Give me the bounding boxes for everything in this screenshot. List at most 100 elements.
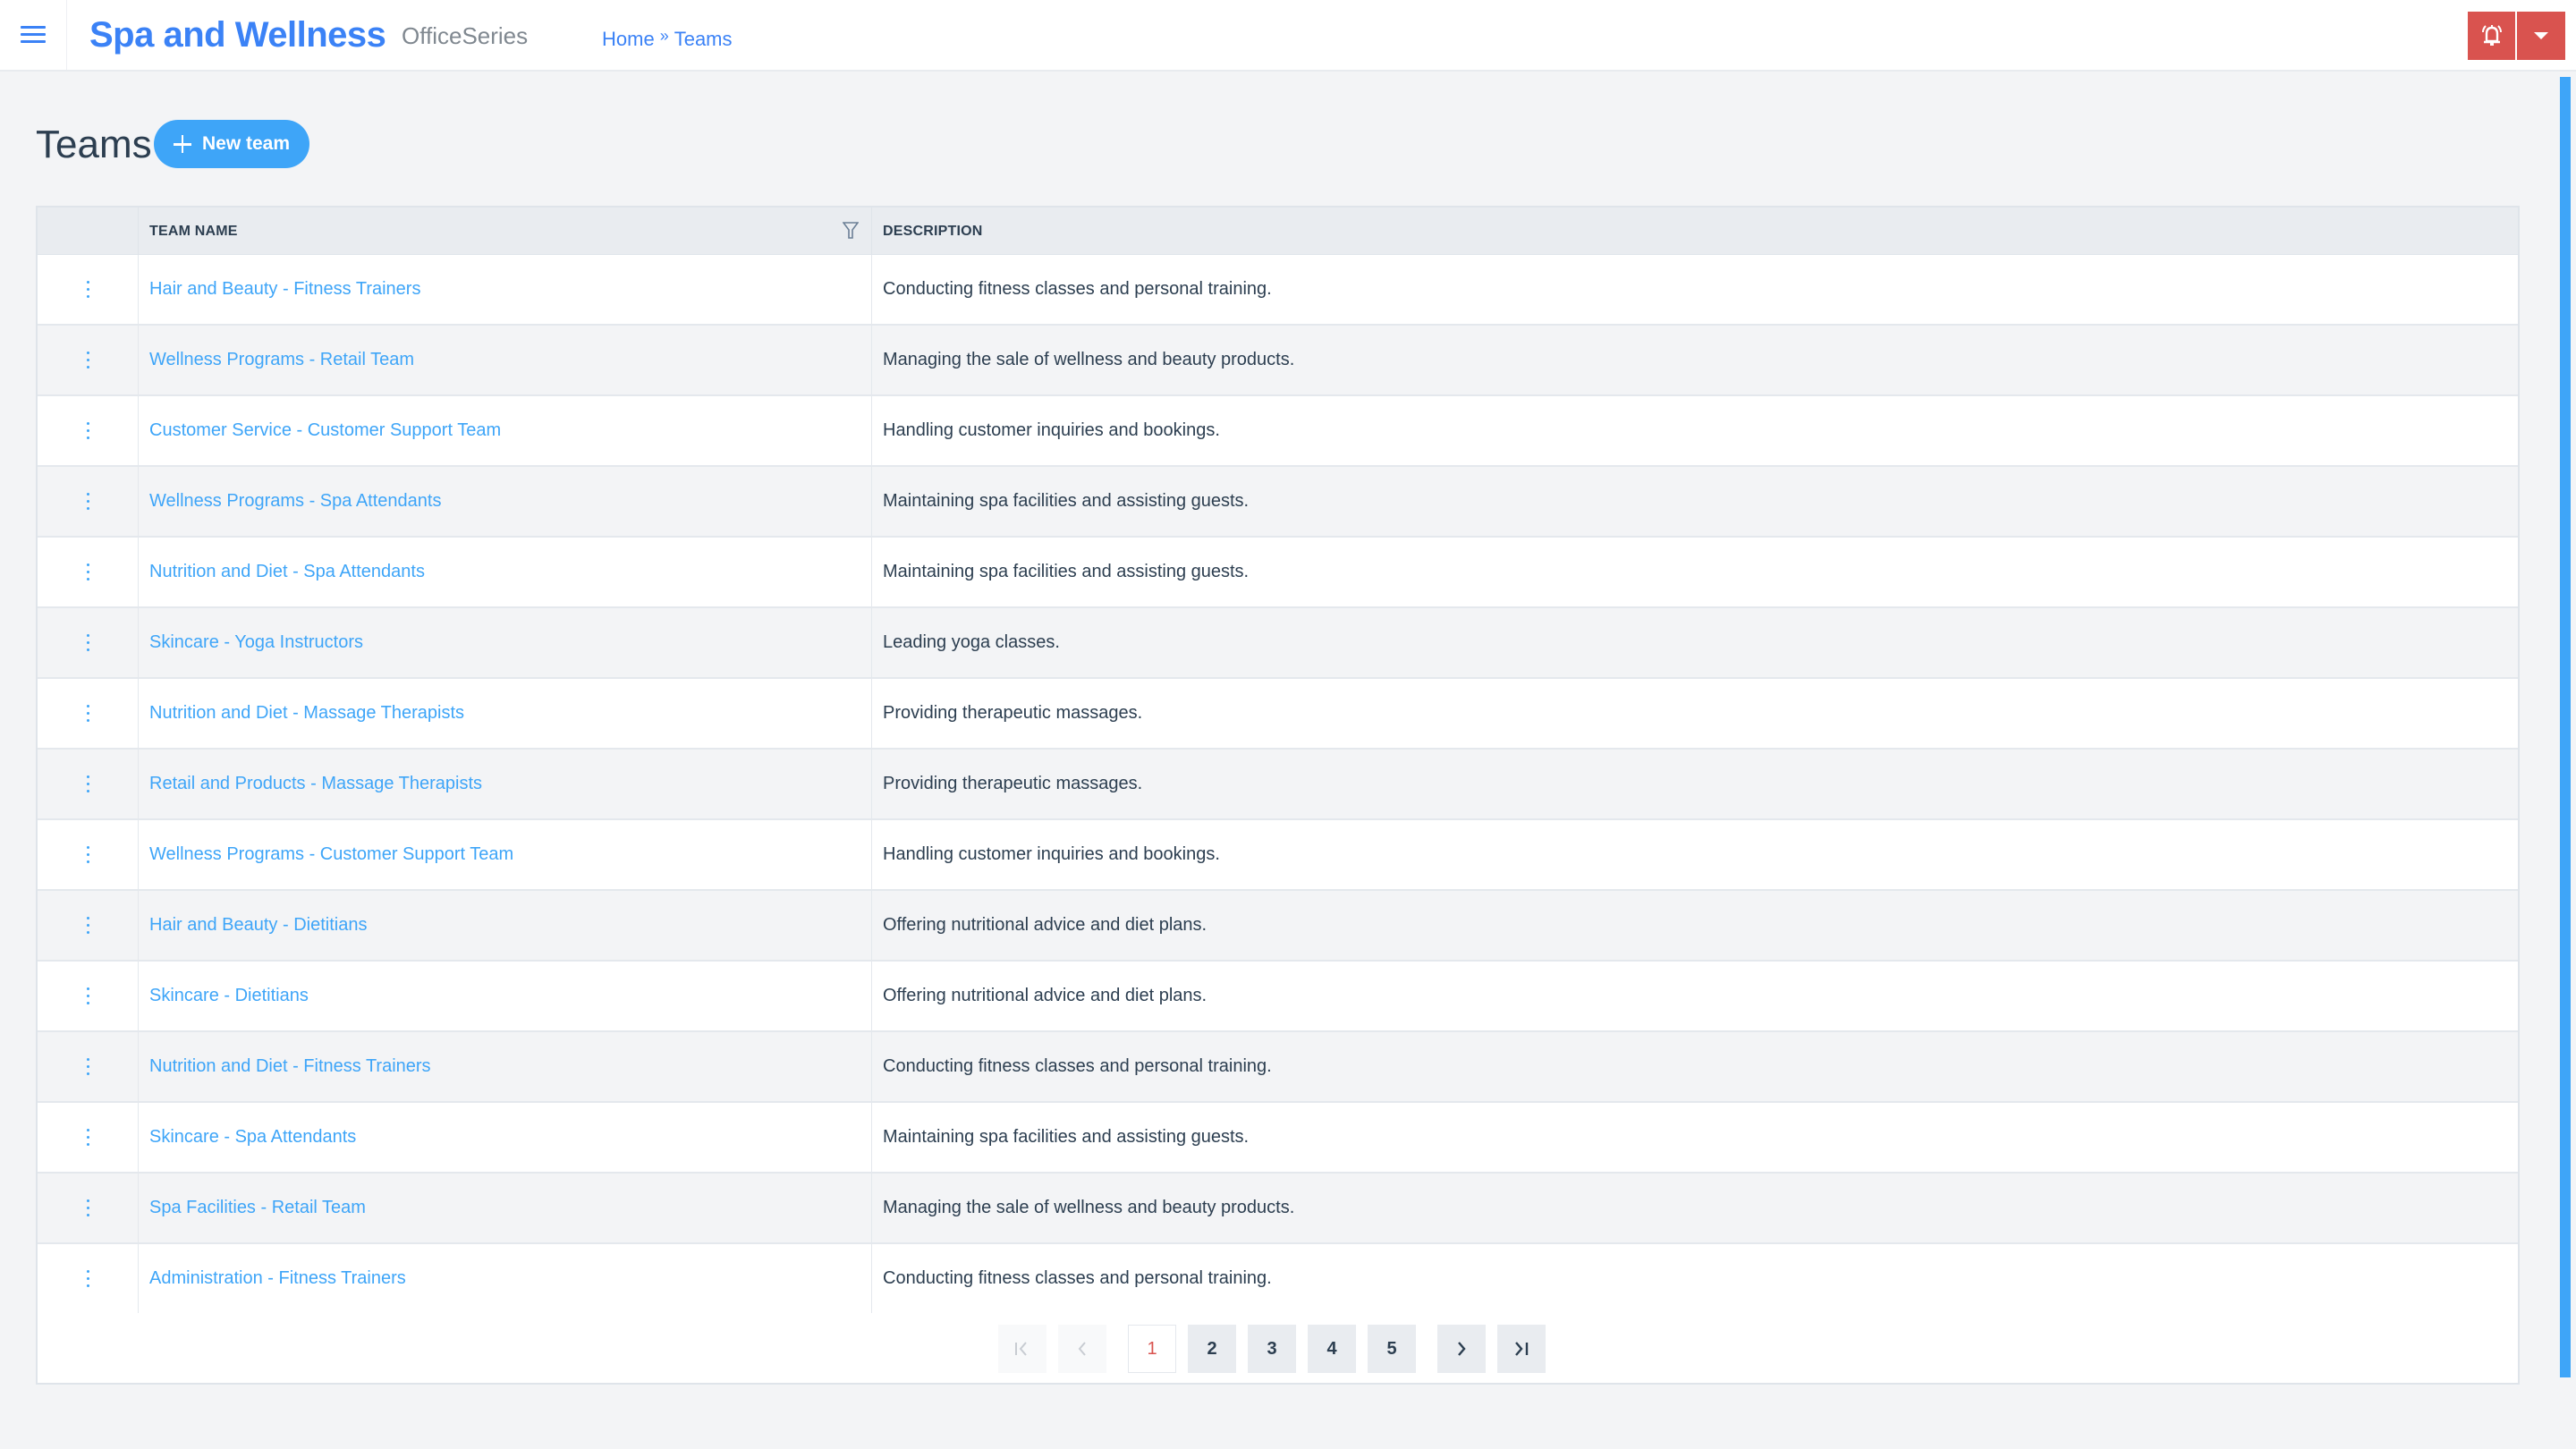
team-name-cell: Administration - Fitness Trainers (139, 1244, 872, 1313)
team-name-link[interactable]: Nutrition and Diet - Massage Therapists (149, 703, 464, 724)
row-actions-cell (38, 538, 139, 606)
page-button-2[interactable]: 2 (1188, 1325, 1236, 1373)
column-header-team-name-label: TEAM NAME (149, 223, 238, 239)
table-row: Hair and Beauty - Dietitians Offering nut… (38, 891, 2518, 962)
description-cell: Managing the sale of wellness and beauty… (883, 350, 1295, 369)
table-row: Retail and Products - Massage Therapists… (38, 750, 2518, 820)
table-row: Nutrition and Diet - Fitness Trainers Con… (38, 1032, 2518, 1103)
more-options-icon[interactable] (80, 1055, 97, 1079)
team-name-link[interactable]: Skincare - Dietitians (149, 986, 309, 1006)
row-actions-cell (38, 679, 139, 748)
team-name-link[interactable]: Hair and Beauty - Dietitians (149, 915, 367, 936)
table-body: Hair and Beauty - Fitness Trainers Conduc… (38, 255, 2518, 1315)
row-actions-cell (38, 326, 139, 394)
plus-icon (173, 135, 191, 153)
table-row: Nutrition and Diet - Spa Attendants Maint… (38, 538, 2518, 608)
breadcrumb-teams[interactable]: Teams (674, 25, 733, 54)
team-name-link[interactable]: Wellness Programs - Retail Team (149, 350, 414, 370)
breadcrumb-separator: » (659, 27, 669, 45)
page-button-1[interactable]: 1 (1128, 1325, 1176, 1373)
more-options-icon[interactable] (80, 1125, 97, 1149)
caret-down-icon (2534, 32, 2548, 39)
description-cell: Providing therapeutic massages. (883, 703, 1143, 723)
team-name-link[interactable]: Nutrition and Diet - Fitness Trainers (149, 1056, 431, 1077)
team-name-cell: Skincare - Spa Attendants (139, 1103, 872, 1172)
more-options-icon[interactable] (80, 913, 97, 937)
team-name-link[interactable]: Skincare - Yoga Instructors (149, 632, 363, 653)
table-row: Spa Facilities - Retail Team Managing the… (38, 1174, 2518, 1244)
top-bar: Spa and Wellness OfficeSeries Home » Tea… (0, 0, 2576, 72)
column-header-actions (38, 208, 139, 255)
more-options-icon[interactable] (80, 419, 97, 443)
hamburger-menu-icon (21, 26, 46, 44)
previous-page-button[interactable] (1058, 1325, 1106, 1373)
team-name-cell: Nutrition and Diet - Fitness Trainers (139, 1032, 872, 1101)
page-button-5[interactable]: 5 (1368, 1325, 1416, 1373)
chevron-right-icon (1458, 1342, 1466, 1356)
filter-icon[interactable] (843, 222, 859, 240)
app-title[interactable]: Spa and Wellness (89, 9, 386, 61)
description-cell: Conducting fitness classes and personal … (883, 279, 1272, 299)
description-cell: Providing therapeutic massages. (883, 774, 1143, 793)
more-options-icon[interactable] (80, 489, 97, 513)
team-name-link[interactable]: Administration - Fitness Trainers (149, 1268, 406, 1289)
team-name-cell: Nutrition and Diet - Spa Attendants (139, 538, 872, 606)
breadcrumb-home[interactable]: Home (602, 25, 655, 54)
new-team-button[interactable]: New team (154, 120, 309, 168)
row-actions-cell (38, 820, 139, 889)
more-options-icon[interactable] (80, 843, 97, 867)
more-options-icon[interactable] (80, 560, 97, 584)
table-row: Wellness Programs - Retail Team Managing … (38, 326, 2518, 396)
description-cell: Maintaining spa facilities and assisting… (883, 562, 1250, 581)
last-page-icon (1515, 1342, 1529, 1356)
page-button-3[interactable]: 3 (1248, 1325, 1296, 1373)
team-name-cell: Hair and Beauty - Dietitians (139, 891, 872, 960)
last-page-button[interactable] (1497, 1325, 1546, 1373)
team-name-cell: Hair and Beauty - Fitness Trainers (139, 255, 872, 324)
team-name-link[interactable]: Wellness Programs - Customer Support Tea… (149, 844, 513, 865)
row-actions-cell (38, 750, 139, 818)
bell-alert-icon (2481, 25, 2502, 46)
team-name-link[interactable]: Skincare - Spa Attendants (149, 1127, 356, 1148)
team-name-cell: Nutrition and Diet - Massage Therapists (139, 679, 872, 748)
more-options-icon[interactable] (80, 701, 97, 725)
column-header-team-name[interactable]: TEAM NAME (139, 208, 872, 255)
first-page-button[interactable] (998, 1325, 1046, 1373)
description-cell: Offering nutritional advice and diet pla… (883, 986, 1208, 1005)
description-cell: Offering nutritional advice and diet pla… (883, 915, 1208, 935)
team-name-link[interactable]: Customer Service - Customer Support Team (149, 420, 501, 441)
page-button-4[interactable]: 4 (1308, 1325, 1356, 1373)
more-options-icon[interactable] (80, 1267, 97, 1291)
more-options-icon[interactable] (80, 348, 97, 372)
table-row: Skincare - Spa Attendants Maintaining spa… (38, 1103, 2518, 1174)
menu-button[interactable] (0, 0, 67, 70)
team-name-cell: Wellness Programs - Customer Support Tea… (139, 820, 872, 889)
breadcrumb: Home » Teams (602, 25, 733, 54)
row-actions-cell (38, 396, 139, 465)
row-actions-cell (38, 1244, 139, 1313)
first-page-icon (1015, 1342, 1027, 1356)
team-name-link[interactable]: Hair and Beauty - Fitness Trainers (149, 279, 420, 300)
table-row: Customer Service - Customer Support Team… (38, 396, 2518, 467)
description-cell: Maintaining spa facilities and assisting… (883, 491, 1250, 511)
team-name-cell: Skincare - Dietitians (139, 962, 872, 1030)
team-name-link[interactable]: Nutrition and Diet - Spa Attendants (149, 562, 425, 582)
team-name-cell: Retail and Products - Massage Therapists (139, 750, 872, 818)
vertical-scrollbar[interactable] (2560, 77, 2571, 1377)
team-name-cell: Spa Facilities - Retail Team (139, 1174, 872, 1242)
team-name-link[interactable]: Wellness Programs - Spa Attendants (149, 491, 441, 512)
more-options-icon[interactable] (80, 277, 97, 301)
team-name-link[interactable]: Spa Facilities - Retail Team (149, 1198, 366, 1218)
notifications-dropdown-button[interactable] (2517, 12, 2565, 60)
more-options-icon[interactable] (80, 772, 97, 796)
table-row: Hair and Beauty - Fitness Trainers Conduc… (38, 255, 2518, 326)
table-row: Wellness Programs - Customer Support Tea… (38, 820, 2518, 891)
more-options-icon[interactable] (80, 631, 97, 655)
row-actions-cell (38, 255, 139, 324)
more-options-icon[interactable] (80, 984, 97, 1008)
team-name-link[interactable]: Retail and Products - Massage Therapists (149, 774, 482, 794)
notifications-button[interactable] (2468, 12, 2515, 60)
next-page-button[interactable] (1437, 1325, 1486, 1373)
more-options-icon[interactable] (80, 1196, 97, 1220)
table-row: Skincare - Dietitians Offering nutritiona… (38, 962, 2518, 1032)
